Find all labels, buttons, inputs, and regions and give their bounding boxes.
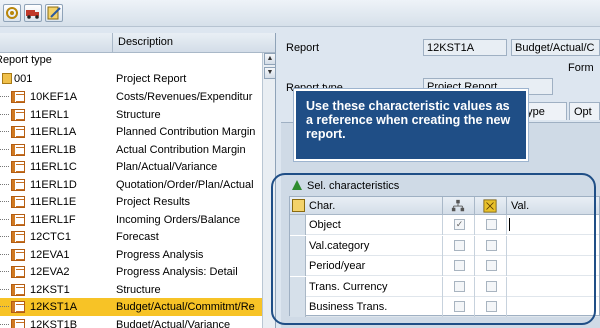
variable-checkbox[interactable] <box>486 239 497 251</box>
col-description[interactable]: Description <box>118 36 173 48</box>
tree-line <box>0 96 9 97</box>
tree-line <box>0 236 9 237</box>
report-icon <box>11 231 25 243</box>
report-icon <box>11 178 25 191</box>
hierarchy-checkbox[interactable] <box>454 239 465 251</box>
tree-item[interactable]: 11ERL1B Actual Contribution Margin <box>0 141 262 159</box>
hierarchy-checkbox[interactable] <box>454 301 465 312</box>
tree-item[interactable]: 12EVA2 Progress Analysis: Detail <box>0 263 262 281</box>
tree-item[interactable]: 12CTC1 Forecast <box>0 228 262 246</box>
row-selector[interactable] <box>290 276 306 297</box>
form-label: Form <box>568 62 594 74</box>
tree-item[interactable]: 11ERL1A Planned Contribution Margin <box>0 123 262 141</box>
tree-item[interactable]: 11ERL1D Quotation/Order/Plan/Actual <box>0 176 262 194</box>
table-row[interactable]: Business Trans. <box>290 297 599 317</box>
hierarchy-checkbox[interactable]: ✓ <box>454 219 465 230</box>
tree-item[interactable]: 12EVA1 Progress Analysis <box>0 246 262 264</box>
tree-line <box>0 306 9 307</box>
report-icon <box>11 143 25 156</box>
tree-line <box>0 131 9 132</box>
table-header: Char. Val. <box>290 197 599 215</box>
tree-line <box>0 148 9 150</box>
table-row[interactable]: Trans. Currency <box>290 276 599 297</box>
tree-item[interactable]: 11ERL1F Incoming Orders/Balance <box>0 211 262 229</box>
variable-checkbox[interactable] <box>486 219 497 230</box>
transport-icon[interactable] <box>24 4 42 22</box>
tree-line <box>0 253 9 255</box>
value-cell[interactable] <box>506 256 599 276</box>
sel-characteristics-table: Char. Val. Object ✓ Val.category Period/yea… <box>289 196 600 317</box>
col-val: Val. <box>506 197 599 215</box>
tree-line <box>0 166 9 167</box>
tree-triangle-icon[interactable] <box>292 180 302 190</box>
tree-item[interactable]: 12KST1A Budget/Actual/Commitmt/Re <box>0 298 262 316</box>
report-type-label: Report type <box>0 53 262 68</box>
report-label: Report <box>286 42 320 54</box>
value-cell[interactable] <box>506 215 599 235</box>
callout-text: Use these characteristic values as a ref… <box>306 99 511 141</box>
tree-folder-project-report[interactable]: 001 Project Report <box>0 70 262 88</box>
row-selector[interactable] <box>290 215 306 235</box>
variable-checkbox[interactable] <box>486 260 497 271</box>
report-icon <box>11 213 25 226</box>
report-icon <box>11 318 25 328</box>
tree-item[interactable]: 11ERL1C Plan/Actual/Variance <box>0 158 262 176</box>
variable-checkbox[interactable] <box>486 280 497 292</box>
tab-options[interactable]: Opt <box>569 102 600 120</box>
report-icon <box>11 283 25 296</box>
tree-line <box>0 113 9 115</box>
value-cell[interactable] <box>506 235 599 256</box>
variable-icon[interactable] <box>474 197 506 215</box>
tree-line <box>0 271 9 272</box>
tree-line <box>0 288 9 290</box>
folder-icon <box>2 73 12 84</box>
tree-item[interactable]: 12KST1B Budget/Actual/Variance <box>0 316 262 328</box>
table-row[interactable]: Val.category <box>290 235 599 256</box>
variable-checkbox[interactable] <box>486 301 497 312</box>
value-cell[interactable] <box>506 297 599 317</box>
tree-line <box>0 183 9 185</box>
table-row[interactable]: Object ✓ <box>290 215 599 235</box>
row-selector[interactable] <box>290 235 306 256</box>
edit-icon[interactable] <box>45 4 63 22</box>
report-icon <box>11 161 25 173</box>
tree-line <box>0 323 9 325</box>
hierarchy-checkbox[interactable] <box>454 260 465 271</box>
tree-item[interactable]: 11ERL1 Structure <box>0 106 262 124</box>
table-row[interactable]: Period/year <box>290 256 599 276</box>
tree-scrollbar[interactable]: ▲ ▼ <box>262 53 275 328</box>
hierarchy-checkbox[interactable] <box>454 280 465 292</box>
tree-line <box>0 201 9 202</box>
report-tree: Description Report type 001 Project Repo… <box>0 33 276 328</box>
hierarchy-icon[interactable] <box>442 197 474 215</box>
help-callout: Use these characteristic values as a ref… <box>294 89 528 161</box>
report-icon <box>11 126 25 138</box>
report-icon <box>11 266 25 278</box>
value-cell[interactable] <box>506 276 599 297</box>
report-icon <box>11 196 25 208</box>
toolbar <box>0 0 600 27</box>
select-all-icon[interactable] <box>292 199 305 212</box>
display-change-icon[interactable] <box>3 4 21 22</box>
report-icon <box>11 108 25 121</box>
tree-header: Description <box>0 33 275 53</box>
row-selector[interactable] <box>290 297 306 317</box>
row-selector[interactable] <box>290 256 306 276</box>
tree-item[interactable]: 12KST1 Structure <box>0 281 262 299</box>
report-icon <box>11 248 25 261</box>
sel-characteristics-header: Sel. characteristics <box>289 179 600 194</box>
col-char: Char. <box>309 200 336 212</box>
tree-item[interactable]: 10KEF1A Costs/Revenues/Expenditur <box>0 88 262 106</box>
report-icon <box>11 301 25 313</box>
report-field[interactable]: 12KST1A <box>423 39 507 56</box>
tree-item[interactable]: 11ERL1E Project Results <box>0 193 262 211</box>
report-icon <box>11 91 25 103</box>
tree-line <box>0 218 9 220</box>
scroll-up-icon[interactable]: ▲ <box>264 53 275 65</box>
report-description-field[interactable]: Budget/Actual/C <box>511 39 600 56</box>
scroll-down-icon[interactable]: ▼ <box>264 67 275 79</box>
